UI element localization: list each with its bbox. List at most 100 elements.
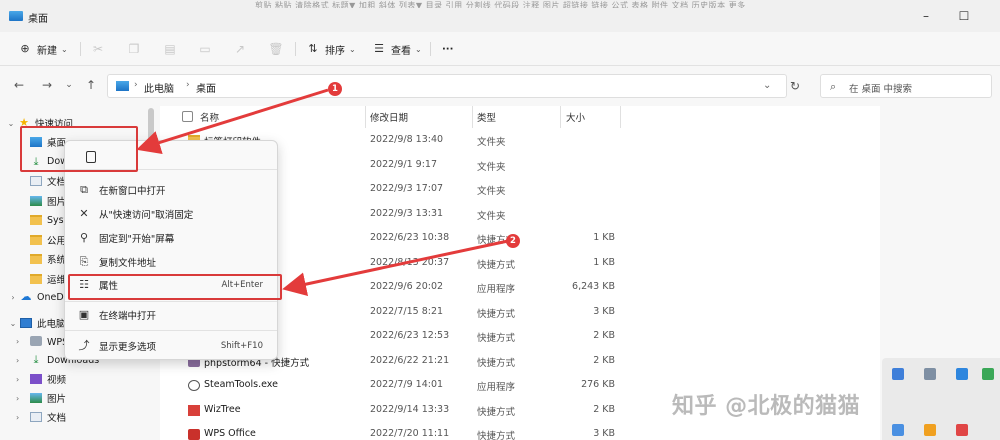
file-row[interactable]: WPS Office 2022/7/20 11:11 快捷方式 3 KB [160,424,880,440]
sidebar-item-label: 图片 [47,394,67,405]
search-box[interactable]: ⌕ 在 桌面 中搜索 [820,74,992,98]
menu-item-shortcut: Shift+F10 [220,341,263,351]
sort-label: 排序 [325,45,345,57]
picture-icon [30,393,42,403]
highlight-properties-box [68,274,282,300]
column-divider[interactable] [472,106,473,128]
plus-circle-icon: ⊕ [20,42,30,55]
share-icon[interactable]: ↗ [232,42,248,56]
chevron-right-icon[interactable]: › [16,408,19,426]
file-size: 3 KB [593,305,615,317]
menu-item[interactable]: ▣ 在终端中打开 [69,304,275,326]
file-date: 2022/7/9 14:01 [370,379,444,390]
breadcrumb-desktop[interactable]: 桌面 [196,80,216,95]
column-header-size[interactable]: 大小 [566,110,585,124]
view-button[interactable]: ☰ 查看 ⌄ [372,41,422,57]
column-header-date[interactable]: 修改日期 [370,110,408,124]
menu-item[interactable]: ⧉ 在新窗口中打开 [69,179,275,201]
tray-app-icon[interactable] [924,368,936,380]
menu-item[interactable]: ⚲ 固定到"开始"屏幕 [69,227,275,249]
rename-icon[interactable]: ▭ [197,42,213,56]
computer-icon [20,318,32,328]
copy-icon[interactable]: ❐ [126,42,142,56]
more-button[interactable]: ··· [442,41,453,57]
column-divider[interactable] [620,106,621,128]
delete-icon[interactable]: 🗑 [268,42,284,56]
cut-icon[interactable]: ✂ [90,42,106,56]
tray-app-icon[interactable] [956,368,968,380]
column-header-name[interactable]: 名称 [200,110,219,124]
file-icon [188,380,200,391]
sidebar-item-label: 视频 [47,375,67,386]
chevron-down-icon: ⌄ [61,44,68,54]
tray-app-icon[interactable] [924,424,936,436]
divider [80,42,81,56]
file-type: 文件夹 [477,186,506,197]
maximize-button[interactable]: ☐ [956,8,972,24]
chevron-right-icon[interactable]: › [16,332,19,350]
menu-divider [65,330,277,331]
file-date: 2022/6/23 12:53 [370,330,450,341]
column-header-type[interactable]: 类型 [477,110,496,124]
file-size: 2 KB [593,403,615,415]
copy-path-icon: ⎘ [79,255,89,268]
file-type: 应用程序 [477,382,516,393]
column-divider[interactable] [365,106,366,128]
select-all-checkbox[interactable] [182,111,193,122]
menu-item[interactable]: ⎘ 复制文件地址 [69,251,275,273]
sort-icon: ⇅ [308,42,318,55]
desktop-icon [116,81,129,91]
menu-item[interactable]: ⤴ 显示更多选项 Shift+F10 [69,335,275,357]
cloud-icon: ☁ [20,290,32,303]
file-size: 2 KB [593,330,615,341]
unpin-icon: ✕ [79,207,89,220]
sort-button[interactable]: ⇅ 排序 ⌄ [306,41,355,57]
file-type: 快捷方式 [477,308,516,320]
chevron-right-icon[interactable]: › [16,370,19,388]
more-options-icon: ⤴ [78,339,90,352]
sidebar-item[interactable]: 视频 [30,370,148,388]
download-icon: ⤓ [33,353,39,366]
tray-app-icon[interactable] [982,368,994,380]
refresh-icon[interactable]: ↻ [790,79,800,93]
file-date: 2022/7/15 8:21 [370,305,444,317]
column-divider[interactable] [560,106,561,128]
back-arrow-icon[interactable]: ← [12,78,26,92]
new-button[interactable]: ⊕ 新建 ⌄ [18,41,68,57]
breadcrumb-separator: › [186,80,190,90]
file-type: 快捷方式 [477,259,516,271]
file-size: 276 KB [581,379,615,390]
file-icon [188,429,200,440]
recent-locations-icon[interactable]: ⌄ [62,78,76,92]
sidebar-item[interactable]: 图片 [30,389,148,407]
chevron-right-icon[interactable]: › [16,351,19,369]
file-size: 2 KB [593,354,615,366]
paste-icon[interactable]: ▤ [162,42,178,56]
sidebar-item[interactable]: 文档 [30,408,148,426]
tray-app-icon[interactable] [892,368,904,380]
address-bar[interactable]: › 此电脑 › 桌面 ⌄ [107,74,787,98]
watermark: 知乎 @北极的猫猫 [672,394,861,419]
view-label: 查看 [391,45,411,57]
file-size: 1 KB [593,256,615,268]
menu-item[interactable]: ✕ 从"快速访问"取消固定 [69,203,275,225]
up-arrow-icon[interactable]: ↑ [84,78,98,92]
breadcrumb-separator: › [134,80,138,90]
chevron-down-icon: ⌄ [415,44,422,54]
sidebar-this-pc[interactable]: ⌄ 此电脑 [8,314,66,332]
breadcrumb-this-pc[interactable]: 此电脑 [144,80,174,95]
menu-item-label: 从"快速访问"取消固定 [99,210,194,221]
window-title: 桌面 [28,14,48,25]
search-placeholder: 在 桌面 中搜索 [849,84,913,95]
file-name: WizTree [204,403,241,415]
title-bar: 桌面 剪贴 粘贴 清除格式 标题▼ 加粗 斜体 列表▼ 目录 引用 分割线 代码… [0,0,1000,32]
minimize-button[interactable]: – [918,8,934,24]
tray-app-icon[interactable] [892,424,904,436]
file-date: 2022/9/3 13:31 [370,207,444,219]
forward-arrow-icon[interactable]: → [40,78,54,92]
file-date: 2022/9/6 20:02 [370,281,444,292]
chevron-down-icon[interactable]: ⌄ [763,80,771,91]
folder-icon [30,215,42,225]
tray-app-icon[interactable] [956,424,968,436]
chevron-right-icon[interactable]: › [16,389,19,407]
